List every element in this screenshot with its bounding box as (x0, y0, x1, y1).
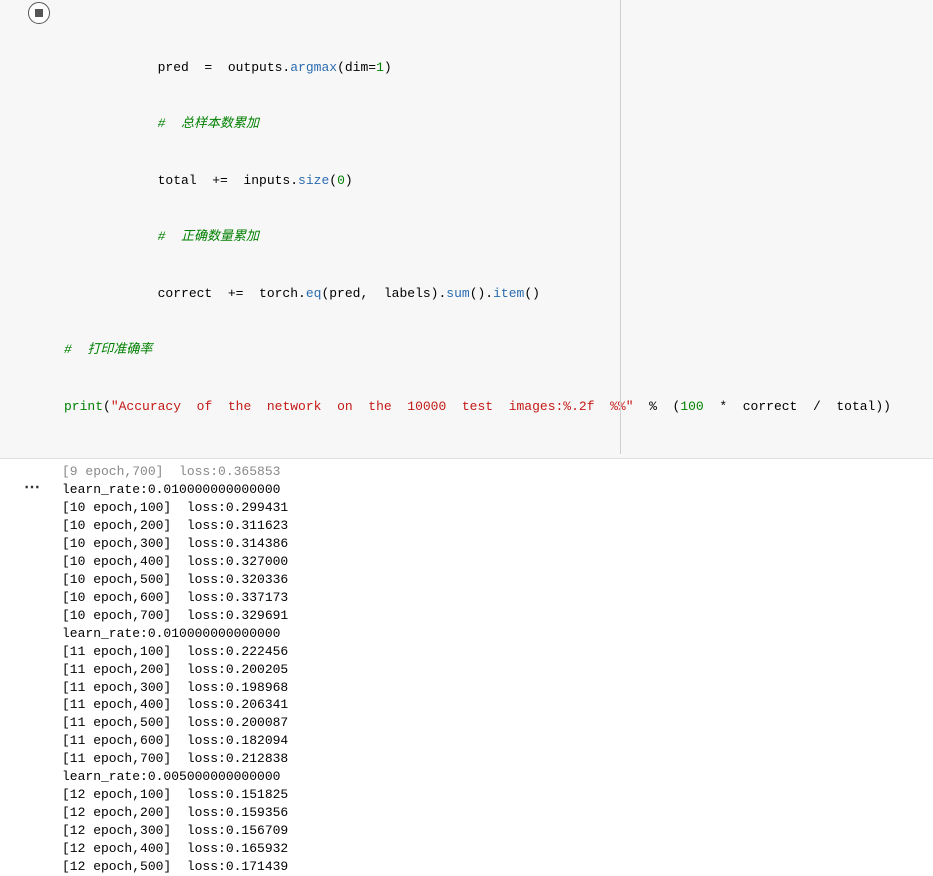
output-line: [11 epoch,100] loss:0.222456 (62, 643, 933, 661)
code-line: # 打印准确率 (64, 341, 933, 360)
code-line: # 正确数量累加 (64, 228, 933, 247)
output-line: [12 epoch,300] loss:0.156709 (62, 822, 933, 840)
more-actions-icon[interactable]: ⋯ (24, 477, 40, 497)
ruler-line (620, 0, 621, 454)
cell-gutter (0, 0, 62, 454)
output-line: [11 epoch,300] loss:0.198968 (62, 679, 933, 697)
output-line: [10 epoch,600] loss:0.337173 (62, 589, 933, 607)
code-cell: pred = outputs.argmax(dim=1) # 总样本数累加 to… (0, 0, 933, 459)
code-line: total += inputs.size(0) (64, 172, 933, 191)
code-line: # 总样本数累加 (64, 115, 933, 134)
output-line: [12 epoch,100] loss:0.151825 (62, 786, 933, 804)
output-line: [12 epoch,500] loss:0.171439 (62, 858, 933, 876)
output-line: [10 epoch,100] loss:0.299431 (62, 499, 933, 517)
output-line: [10 epoch,300] loss:0.314386 (62, 535, 933, 553)
output-line: [11 epoch,400] loss:0.206341 (62, 696, 933, 714)
output-line: [9 epoch,700] loss:0.365853 (62, 463, 933, 481)
output-line: [11 epoch,700] loss:0.212838 (62, 750, 933, 768)
output-line: [12 epoch,200] loss:0.159356 (62, 804, 933, 822)
output-line: [11 epoch,600] loss:0.182094 (62, 732, 933, 750)
output-area: ⋯ [9 epoch,700] loss:0.365853learn_rate:… (0, 459, 933, 876)
output-line: [10 epoch,500] loss:0.320336 (62, 571, 933, 589)
code-line: pred = outputs.argmax(dim=1) (64, 59, 933, 78)
output-line: learn_rate:0.005000000000000 (62, 768, 933, 786)
code-line: print("Accuracy of the network on the 10… (64, 398, 933, 417)
output-line: [11 epoch,500] loss:0.200087 (62, 714, 933, 732)
stop-icon (35, 9, 43, 17)
code-editor[interactable]: pred = outputs.argmax(dim=1) # 总样本数累加 to… (62, 0, 933, 454)
stop-execution-button[interactable] (28, 2, 50, 24)
output-line: [12 epoch,400] loss:0.165932 (62, 840, 933, 858)
output-line: learn_rate:0.010000000000000 (62, 625, 933, 643)
output-line: learn_rate:0.010000000000000 (62, 481, 933, 499)
output-line: [10 epoch,700] loss:0.329691 (62, 607, 933, 625)
output-line: [11 epoch,200] loss:0.200205 (62, 661, 933, 679)
output-line: [10 epoch,400] loss:0.327000 (62, 553, 933, 571)
code-line: correct += torch.eq(pred, labels).sum().… (64, 285, 933, 304)
output-content[interactable]: [9 epoch,700] loss:0.365853learn_rate:0.… (62, 463, 933, 876)
output-line: [10 epoch,200] loss:0.311623 (62, 517, 933, 535)
output-gutter: ⋯ (0, 463, 62, 876)
